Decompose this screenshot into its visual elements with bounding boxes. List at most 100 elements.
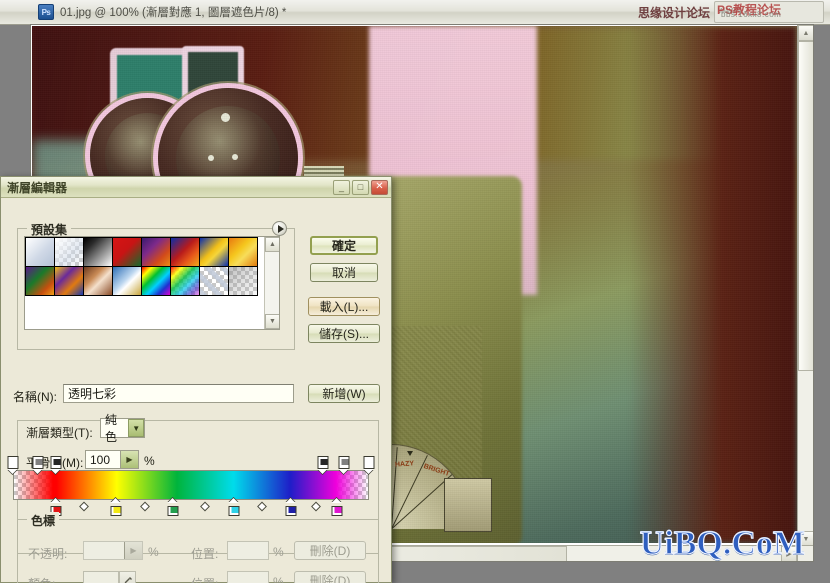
stops-group-label: 色標 (27, 512, 59, 529)
stop-body (111, 506, 122, 516)
gradient-name-input[interactable]: 透明七彩 (63, 384, 294, 403)
stop-swatch (367, 459, 374, 465)
opacity-stop[interactable] (8, 456, 19, 469)
preset-swatch-spectrum[interactable] (141, 266, 171, 296)
color-swatch-button[interactable] (83, 571, 119, 583)
stop-pointer (8, 469, 18, 474)
swatch-fill (142, 238, 170, 266)
color-stop[interactable] (228, 503, 239, 516)
presets-group: 預設集 ▲ ▼ (17, 228, 295, 350)
scroll-up-icon[interactable]: ▲ (798, 25, 814, 41)
dialog-window-buttons: _ □ ✕ (333, 180, 388, 195)
smoothness-stepper-icon[interactable]: ▶ (120, 451, 138, 468)
forum-watermark-text: 思缘设计论坛 (638, 4, 710, 21)
color-label: 顏色: (28, 575, 55, 583)
opacity-stop[interactable] (50, 456, 61, 469)
preset-swatch-blue-yellow-blue[interactable] (199, 237, 229, 267)
preset-swatch-transparent-stripes[interactable] (199, 266, 229, 296)
vertical-scroll-thumb[interactable] (798, 41, 814, 371)
stop-pointer (317, 469, 327, 474)
opacity-label: 不透明: (28, 545, 67, 562)
preset-swatch-list[interactable]: ▲ ▼ (24, 236, 280, 330)
document-titlebar[interactable]: Ps 01.jpg @ 100% (漸層對應 1, 圖層遮色片/8) * 思缘设… (0, 0, 830, 25)
preset-scroll-down-icon[interactable]: ▼ (265, 314, 280, 329)
smoothness-input[interactable]: 100 ▶ (85, 450, 139, 469)
opacity-stop[interactable] (317, 456, 328, 469)
preset-swatch-foreground-to-background[interactable] (25, 237, 55, 267)
opacity-stop[interactable] (339, 456, 350, 469)
swatch-fill (142, 267, 170, 295)
gradient-preview-bar[interactable] (13, 470, 369, 500)
maximize-icon[interactable]: □ (352, 180, 369, 195)
stop-pointer (168, 498, 178, 503)
opacity-input[interactable]: ▶ (83, 541, 143, 560)
preset-swatch-yellow-violet-orange-blue[interactable] (54, 266, 84, 296)
ok-button[interactable]: 確定 (310, 236, 378, 255)
gradient-preview-bar-wrapper[interactable] (13, 470, 369, 500)
swatch-fill (55, 267, 83, 295)
preset-swatch-violet-orange[interactable] (141, 237, 171, 267)
preset-swatch-grid (25, 237, 265, 295)
eyedropper-icon[interactable] (119, 571, 136, 583)
canvas-vertical-scrollbar[interactable]: ▲ ▼ (797, 25, 813, 547)
swatch-fill (200, 267, 228, 295)
preset-swatch-transparent-rainbow[interactable] (170, 266, 200, 296)
save-button[interactable]: 儲存(S)... (308, 324, 380, 343)
stop-pointer (339, 469, 349, 474)
preset-scroll-up-icon[interactable]: ▲ (265, 237, 280, 252)
stop-body (50, 456, 61, 469)
stop-body (8, 456, 19, 469)
preset-scrollbar[interactable]: ▲ ▼ (264, 237, 279, 329)
stop-body (364, 456, 375, 469)
stop-body (331, 506, 342, 516)
gradient-editor-dialog[interactable]: 漸層編輯器 _ □ ✕ 預設集 ▲ ▼ 確定 (0, 176, 392, 583)
preset-swatch-foreground-to-transparent[interactable] (54, 237, 84, 267)
opacity-position-input[interactable] (227, 541, 269, 560)
stop-swatch (11, 459, 18, 465)
lens-highlight (232, 154, 238, 160)
watermark-url-text: bbs.16xx8.com (721, 10, 824, 19)
color-position-input[interactable] (227, 571, 269, 583)
preset-swatch-neutral-density[interactable] (228, 266, 258, 296)
stop-swatch (288, 507, 295, 513)
cancel-button[interactable]: 取消 (310, 263, 378, 282)
preset-menu-icon[interactable] (272, 221, 287, 236)
opacity-position-unit: % (273, 545, 284, 559)
color-stop[interactable] (285, 503, 296, 516)
smoothness-value: 100 (90, 453, 110, 467)
stop-swatch (35, 459, 42, 465)
color-delete-button[interactable]: 刪除(D) (294, 571, 366, 583)
exposure-scale-box (444, 478, 492, 532)
preset-swatch-copper[interactable] (83, 266, 113, 296)
preset-swatch-violet-green-orange[interactable] (25, 266, 55, 296)
opacity-stop[interactable] (32, 456, 43, 469)
close-icon[interactable]: ✕ (371, 180, 388, 195)
gradient-type-select[interactable]: 純色 ▼ (100, 418, 145, 438)
preset-swatch-red-green[interactable] (112, 237, 142, 267)
opacity-stop[interactable] (364, 456, 375, 469)
minimize-icon[interactable]: _ (333, 180, 350, 195)
preset-swatch-blue-red-yellow[interactable] (170, 237, 200, 267)
load-button[interactable]: 載入(L)... (308, 297, 380, 316)
stop-swatch (53, 459, 60, 465)
preset-swatch-orange-yellow-orange[interactable] (228, 237, 258, 267)
stop-swatch (320, 459, 327, 465)
stop-body (168, 506, 179, 516)
color-stop[interactable] (111, 503, 122, 516)
color-stop[interactable] (168, 503, 179, 516)
new-button[interactable]: 新增(W) (308, 384, 380, 403)
color-stop[interactable] (331, 503, 342, 516)
swatch-fill (171, 238, 199, 266)
dialog-titlebar[interactable]: 漸層編輯器 _ □ ✕ (1, 177, 391, 198)
swatch-fill (229, 267, 257, 295)
dial-label-2: HAZY (395, 460, 415, 468)
preset-swatch-black-to-white[interactable] (83, 237, 113, 267)
stop-body (228, 506, 239, 516)
preset-swatch-chrome[interactable] (112, 266, 142, 296)
opacity-stepper-icon[interactable]: ▶ (124, 542, 142, 559)
chevron-down-icon[interactable]: ▼ (128, 419, 144, 437)
stop-body (285, 506, 296, 516)
stop-pointer (364, 469, 374, 474)
opacity-delete-button[interactable]: 刪除(D) (294, 541, 366, 560)
gradient-type-label: 漸層類型(T): (26, 424, 93, 441)
